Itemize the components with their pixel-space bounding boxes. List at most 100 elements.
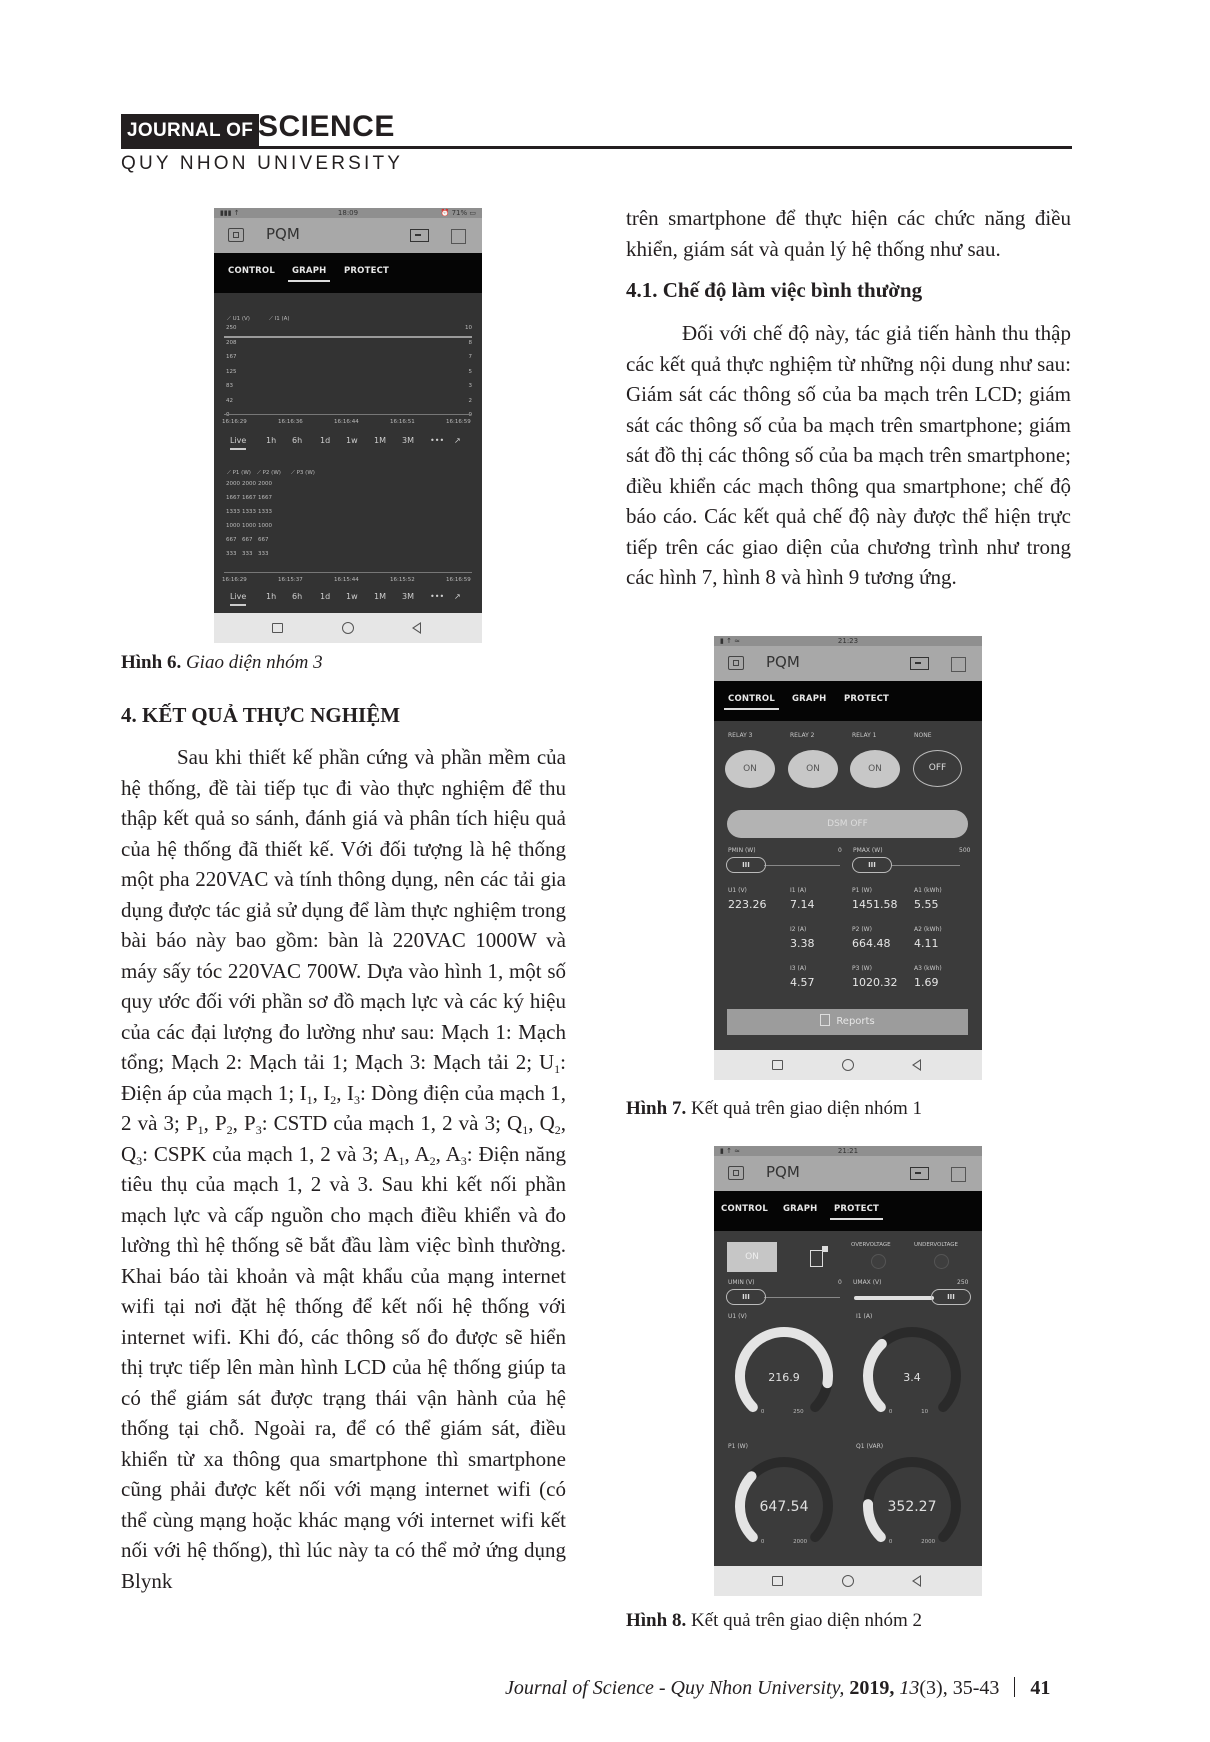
tab-protect[interactable]: PROTECT	[344, 266, 389, 276]
right-axis-tick: 2	[468, 397, 473, 404]
dsm-toggle-button[interactable]: DSM OFF	[727, 810, 968, 838]
notification-phone-icon[interactable]	[810, 1246, 828, 1267]
recent-apps-icon[interactable]	[772, 1060, 783, 1070]
recent-apps-icon[interactable]	[772, 1576, 783, 1586]
home-icon[interactable]	[842, 1575, 854, 1587]
battery-icon[interactable]	[410, 229, 429, 242]
range-option-live[interactable]: Live	[230, 436, 247, 450]
pmax-value: 500	[959, 847, 971, 854]
back-icon[interactable]	[912, 1575, 921, 1587]
device-icon[interactable]	[728, 1166, 744, 1180]
footer-issue-pages: (3), 35-43	[919, 1677, 1000, 1699]
x-axis-tick: 16:16:44	[334, 419, 359, 425]
pmin-slider-handle[interactable]: III	[726, 857, 766, 873]
x-axis-tick: 16:15:52	[390, 577, 415, 583]
range-option-[interactable]: •••	[430, 436, 444, 445]
left-axis-tick: 250	[226, 325, 237, 331]
umax-slider-handle[interactable]: III	[931, 1289, 971, 1305]
a3-value: 1.69	[914, 976, 939, 989]
pmin-value: 0	[838, 847, 842, 854]
gauge-min: 0	[761, 1539, 765, 1545]
range-option-1m[interactable]: 1M	[374, 592, 386, 601]
power-axis-tick: 2000	[258, 481, 272, 487]
range-option-3m[interactable]: 3M	[402, 592, 414, 601]
relay-1-toggle[interactable]: ON	[850, 750, 900, 788]
battery-icon[interactable]	[910, 1167, 929, 1180]
gauge-value: 352.27	[888, 1499, 937, 1515]
tab-protect[interactable]: PROTECT	[829, 1204, 884, 1220]
a3-label: A3 (kWh)	[914, 965, 942, 972]
x-axis-tick: 16:16:51	[390, 419, 415, 425]
pmax-slider-handle[interactable]: III	[852, 857, 892, 873]
tab-graph[interactable]: GRAPH	[792, 694, 826, 704]
relay-2-toggle[interactable]: ON	[788, 750, 838, 788]
page-number: 41	[1030, 1677, 1051, 1699]
home-icon[interactable]	[842, 1059, 854, 1071]
tab-graph[interactable]: GRAPH	[783, 1204, 817, 1214]
status-bar: ▮ ↑ ≈ 21:23	[714, 636, 982, 646]
range-option-6h[interactable]: 6h	[292, 436, 302, 445]
battery-icon[interactable]	[910, 657, 929, 670]
tab-protect[interactable]: PROTECT	[844, 694, 889, 704]
left-axis-tick: 0	[226, 412, 230, 418]
square-icon[interactable]	[951, 657, 966, 672]
range-option-1d[interactable]: 1d	[320, 436, 330, 445]
range-option-6h[interactable]: 6h	[292, 592, 302, 601]
header-rule	[121, 146, 1072, 149]
x-axis-tick: 16:16:29	[222, 577, 247, 583]
power-axis-tick: 667	[226, 537, 237, 543]
back-icon[interactable]	[912, 1059, 921, 1071]
device-icon[interactable]	[728, 656, 744, 670]
tab-control[interactable]: CONTROL	[721, 1204, 768, 1214]
umax-slider-fill[interactable]	[854, 1296, 934, 1300]
recent-apps-icon[interactable]	[272, 623, 283, 633]
power-axis-tick: 667	[242, 537, 253, 543]
i2-label: I2 (A)	[790, 926, 807, 933]
umin-slider-track[interactable]	[764, 1297, 840, 1298]
back-icon[interactable]	[412, 622, 421, 634]
gauge-min: 0	[889, 1539, 893, 1545]
range-option-[interactable]: •••	[430, 592, 444, 601]
x-axis-tick: 16:15:37	[278, 577, 303, 583]
legend-p2: ⟋ P2 (W)	[257, 470, 281, 476]
range-option-1w[interactable]: 1w	[346, 592, 358, 601]
range-option-1d[interactable]: 1d	[320, 592, 330, 601]
pmin-label: PMIN (W)	[728, 847, 756, 854]
time-range-bar: Live 1h 6h 1d 1w 1M 3M ••• ↗	[214, 592, 482, 606]
home-icon[interactable]	[342, 622, 354, 634]
protect-on-button[interactable]: ON	[727, 1242, 777, 1272]
umin-slider-handle[interactable]: III	[726, 1289, 766, 1305]
figure7-caption: Hình 7. Kết quả trên giao diện nhóm 1	[626, 1098, 923, 1119]
tab-control[interactable]: CONTROL	[724, 694, 779, 710]
range-option-1h[interactable]: 1h	[266, 592, 276, 601]
u1-series-line	[224, 336, 472, 338]
expand-icon[interactable]: ↗	[454, 436, 461, 445]
tab-bar: CONTROL GRAPH PROTECT	[714, 681, 982, 721]
pmax-slider-track[interactable]	[892, 865, 960, 866]
tab-control[interactable]: CONTROL	[228, 266, 275, 276]
gauge-fill	[863, 1338, 887, 1413]
a2-label: A2 (kWh)	[914, 926, 942, 933]
range-option-live[interactable]: Live	[230, 592, 247, 606]
tab-graph[interactable]: GRAPH	[287, 266, 331, 282]
range-option-1h[interactable]: 1h	[266, 436, 276, 445]
square-icon[interactable]	[951, 1167, 966, 1182]
gauge-max: 2000	[921, 1539, 935, 1545]
range-option-3m[interactable]: 3M	[402, 436, 414, 445]
pmax-label: PMAX (W)	[853, 847, 883, 854]
none-toggle[interactable]: OFF	[913, 750, 962, 787]
i1-label: I1 (A)	[790, 887, 807, 894]
device-icon[interactable]	[228, 228, 244, 242]
gauge-label: U1 (V)	[728, 1313, 747, 1320]
square-icon[interactable]	[451, 229, 466, 244]
reports-button[interactable]: Reports	[727, 1009, 968, 1035]
gauge-fill	[863, 1499, 886, 1543]
p1-value: 1451.58	[852, 898, 898, 911]
expand-icon[interactable]: ↗	[454, 592, 461, 601]
range-option-1w[interactable]: 1w	[346, 436, 358, 445]
power-axis-tick: 333	[242, 551, 253, 557]
umax-value: 250	[957, 1279, 969, 1286]
relay-3-toggle[interactable]: ON	[725, 750, 775, 788]
range-option-1m[interactable]: 1M	[374, 436, 386, 445]
pmin-slider-track[interactable]	[764, 865, 840, 866]
